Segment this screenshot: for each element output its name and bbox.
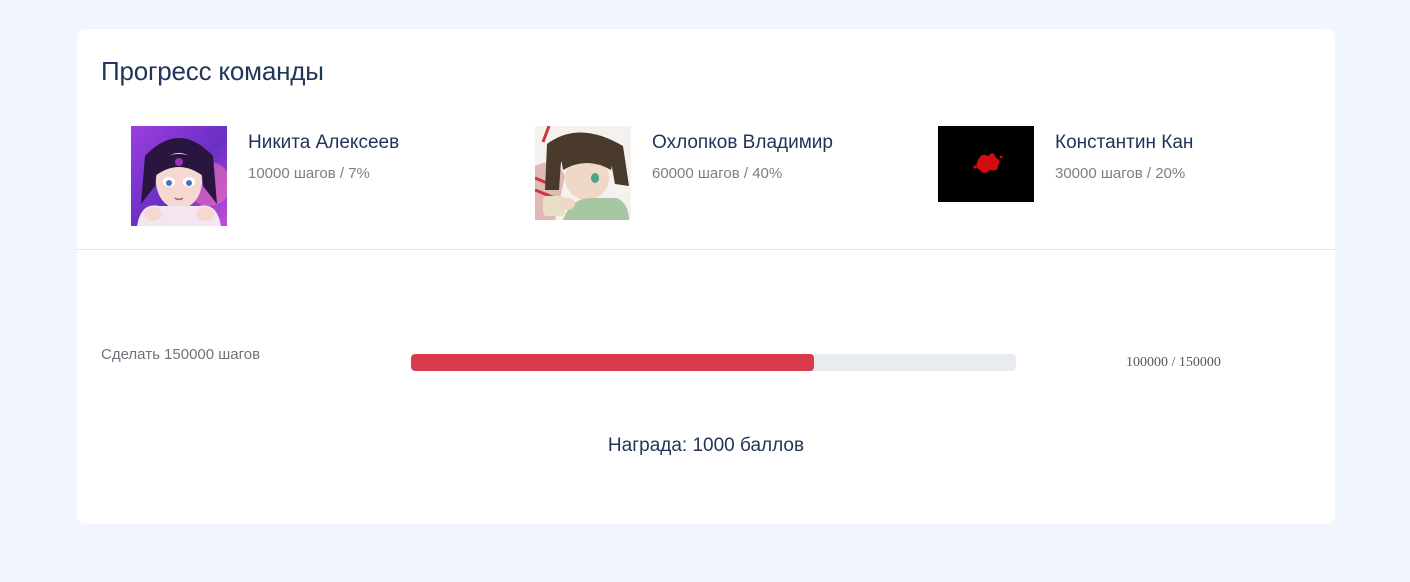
member-avatar[interactable] [535,126,631,220]
member-stats: 30000 шагов / 20% [1055,165,1186,182]
task-progress-count: 100000 / 150000 [1126,355,1221,370]
member-name[interactable]: Константин Кан [1055,132,1193,154]
task-label: Сделать 150000 шагов [101,346,261,363]
member-stats: 60000 шагов / 40% [652,165,783,182]
task-progress-fill [411,354,815,371]
member-stats: 10000 шагов / 7% [248,165,370,182]
member-avatar[interactable] [131,126,227,226]
anime-girl-drinking-avatar-icon [535,126,631,220]
red-splash-avatar-icon [938,126,1034,202]
section-divider [77,249,1335,250]
reward-text: Награда: 1000 баллов [607,435,805,456]
team-progress-card: Прогресс команды Никита Алексеев 10000 ш… [77,29,1335,524]
member-name[interactable]: Охлопков Владимир [652,132,833,154]
anime-girl-avatar-icon [131,126,227,226]
task-progress-bar [411,354,1016,371]
card-title: Прогресс команды [101,56,324,86]
member-name[interactable]: Никита Алексеев [248,132,399,154]
member-avatar[interactable] [938,126,1034,202]
